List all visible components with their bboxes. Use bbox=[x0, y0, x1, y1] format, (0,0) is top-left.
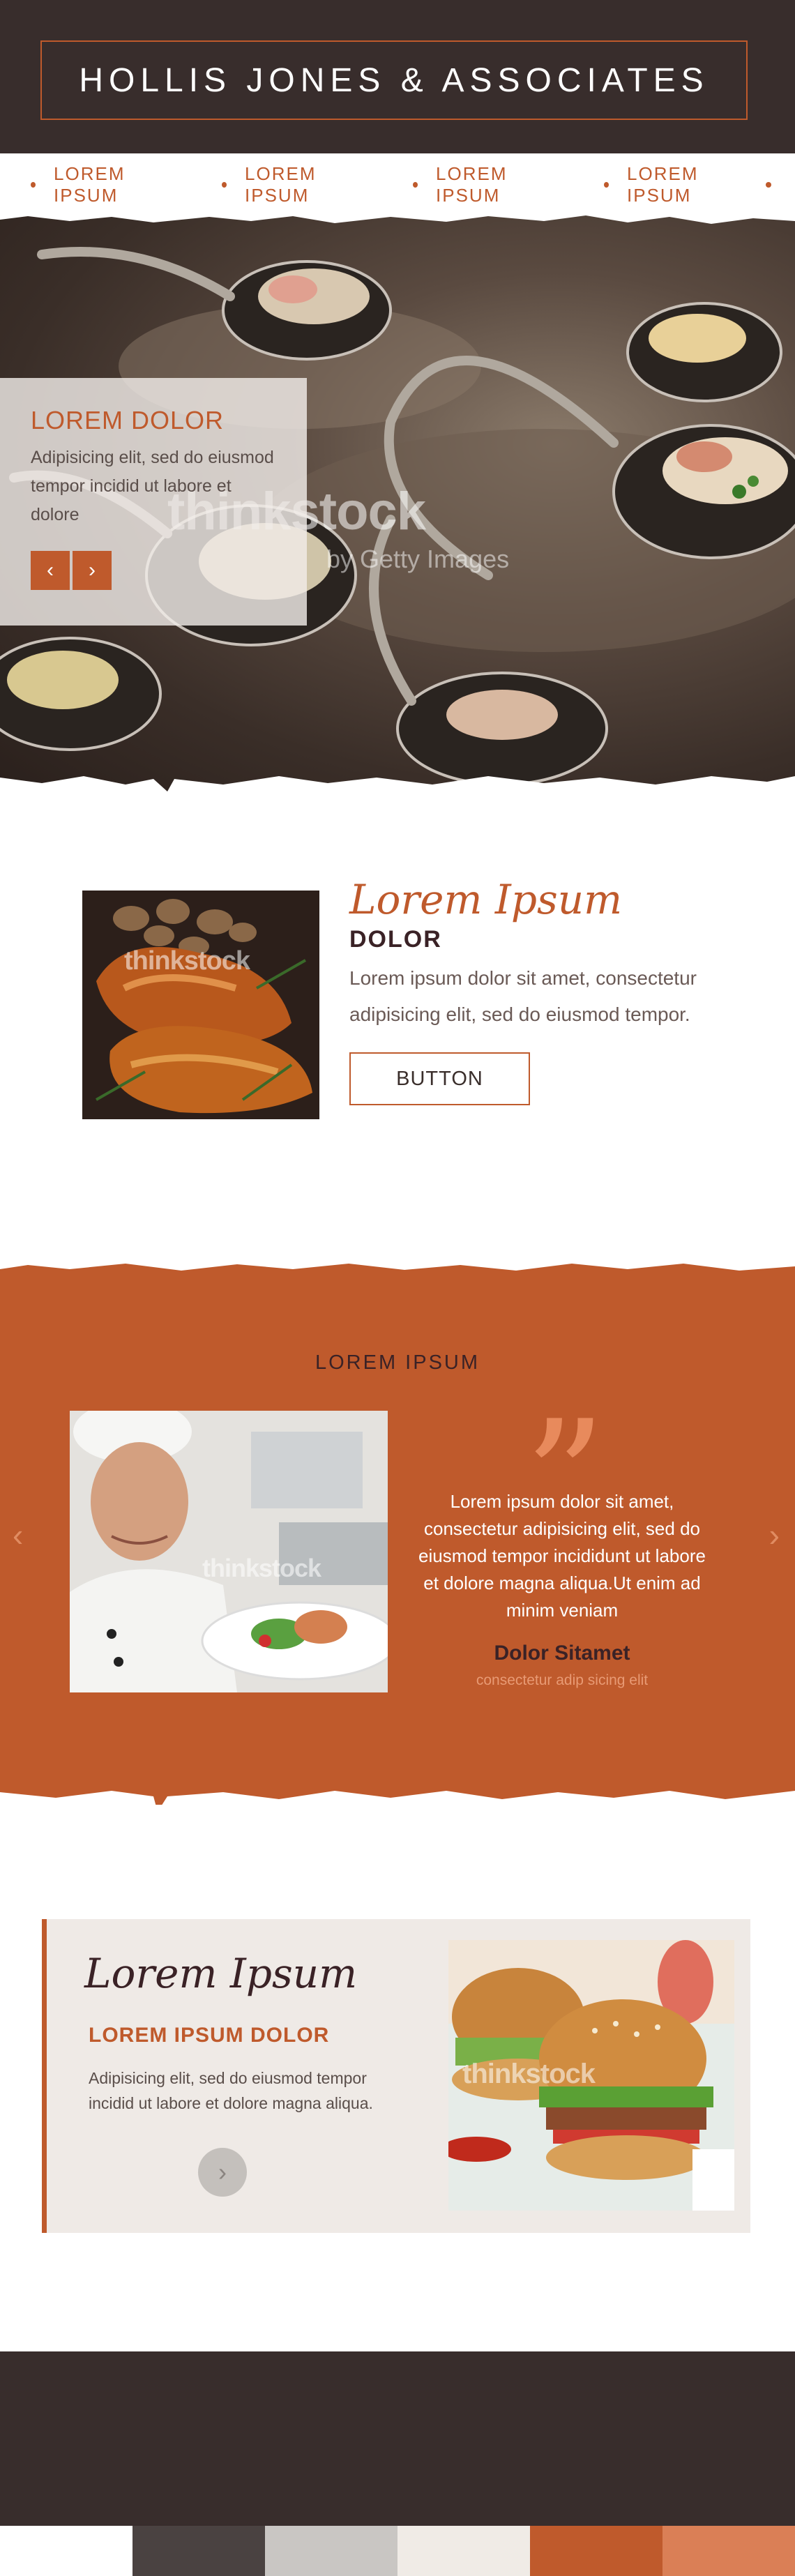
nav-bullet bbox=[31, 182, 36, 188]
nav-item-1[interactable]: LOREM IPSUM bbox=[31, 163, 179, 206]
feature-button[interactable]: BUTTON bbox=[349, 1052, 530, 1105]
testimonial-next-button[interactable]: › bbox=[769, 1516, 780, 1554]
nav-item-4[interactable]: LOREM IPSUM bbox=[604, 163, 752, 206]
logo-text: HOLLIS JONES & ASSOCIATES bbox=[79, 61, 709, 99]
hero-controls: ‹ › bbox=[31, 551, 112, 590]
chevron-right-icon: › bbox=[218, 2158, 227, 2186]
watermark-subtext: by Getty Images bbox=[326, 545, 510, 573]
hero-prev-button[interactable]: ‹ bbox=[31, 551, 70, 590]
roast-chicken-image: thinkstock bbox=[82, 891, 319, 1119]
testimonial-title: LOREM IPSUM bbox=[315, 1351, 480, 1374]
palette-swatch-4 bbox=[397, 2526, 530, 2576]
nav-label: LOREM IPSUM bbox=[54, 163, 126, 206]
card-script-title: Lorem Ipsum bbox=[84, 1950, 358, 1997]
card-next-button[interactable]: › bbox=[198, 2148, 247, 2197]
burger-image: thinkstock bbox=[448, 1940, 734, 2211]
header: HOLLIS JONES & ASSOCIATES bbox=[0, 0, 795, 153]
testimonial-author: Dolor Sitamet bbox=[494, 1642, 630, 1665]
feature-text: Lorem ipsum dolor sit amet, consectetur … bbox=[349, 967, 697, 1025]
nav-bullet bbox=[413, 182, 418, 188]
nav-label: LOREM IPSUM bbox=[436, 163, 508, 206]
testimonial-section: LOREM IPSUM ‹ › thinkstock ” Lorem ipsum… bbox=[0, 1261, 795, 1805]
feature-content: Lorem Ipsum DOLOR Lorem ipsum dolor sit … bbox=[349, 876, 754, 1105]
logo[interactable]: HOLLIS JONES & ASSOCIATES bbox=[40, 40, 748, 120]
nav-bullet bbox=[604, 182, 610, 188]
nav-end-bullet bbox=[766, 182, 771, 188]
palette-swatch-2 bbox=[132, 2526, 265, 2576]
palette-swatch-6 bbox=[662, 2526, 795, 2576]
feature-subtitle: DOLOR bbox=[349, 926, 442, 953]
nav-item-3[interactable]: LOREM IPSUM bbox=[413, 163, 561, 206]
hero-caption-panel: LOREM DOLOR Adipisicing elit, sed do eiu… bbox=[0, 378, 307, 626]
watermark: thinkstock bbox=[124, 946, 250, 976]
card-text: Adipisicing elit, sed do eiusmod tempor … bbox=[89, 2069, 373, 2112]
nav-label: LOREM IPSUM bbox=[627, 163, 699, 206]
main-nav: LOREM IPSUM LOREM IPSUM LOREM IPSUM LORE… bbox=[0, 153, 795, 216]
palette-swatch-3 bbox=[265, 2526, 397, 2576]
color-palette bbox=[0, 2526, 795, 2576]
testimonial-role: consectetur adip sicing elit bbox=[476, 1672, 649, 1688]
palette-swatch-5 bbox=[530, 2526, 662, 2576]
feature-script-title: Lorem Ipsum bbox=[349, 876, 623, 923]
chevron-right-icon: › bbox=[768, 1517, 780, 1553]
hero-title: LOREM DOLOR bbox=[31, 406, 225, 434]
nav-label: LOREM IPSUM bbox=[245, 163, 317, 206]
watermark: thinkstock bbox=[202, 1554, 321, 1582]
chevron-left-icon: ‹ bbox=[47, 559, 54, 582]
chevron-right-icon: › bbox=[89, 559, 96, 582]
chevron-left-icon: ‹ bbox=[13, 1517, 24, 1553]
hero-text: Adipisicing elit, sed do eiusmod tempor … bbox=[31, 448, 274, 524]
chef-image: thinkstock bbox=[70, 1411, 388, 1692]
promo-card: Lorem Ipsum LOREM IPSUM DOLOR Adipisicin… bbox=[42, 1919, 750, 2233]
card-subtitle: LOREM IPSUM DOLOR bbox=[89, 2024, 330, 2047]
footer bbox=[0, 2351, 795, 2526]
testimonial-prev-button[interactable]: ‹ bbox=[13, 1516, 23, 1554]
palette-swatch-1 bbox=[0, 2526, 132, 2576]
hero-slider: thinkstock by Getty Images LOREM DOLOR A… bbox=[0, 213, 795, 791]
nav-bullet bbox=[222, 182, 227, 188]
nav-item-2[interactable]: LOREM IPSUM bbox=[222, 163, 370, 206]
testimonial-quote: Lorem ipsum dolor sit amet, consectetur … bbox=[418, 1491, 706, 1621]
hero-next-button[interactable]: › bbox=[73, 551, 112, 590]
watermark: thinkstock bbox=[462, 2059, 596, 2089]
quote-icon: ” bbox=[524, 1387, 606, 1573]
